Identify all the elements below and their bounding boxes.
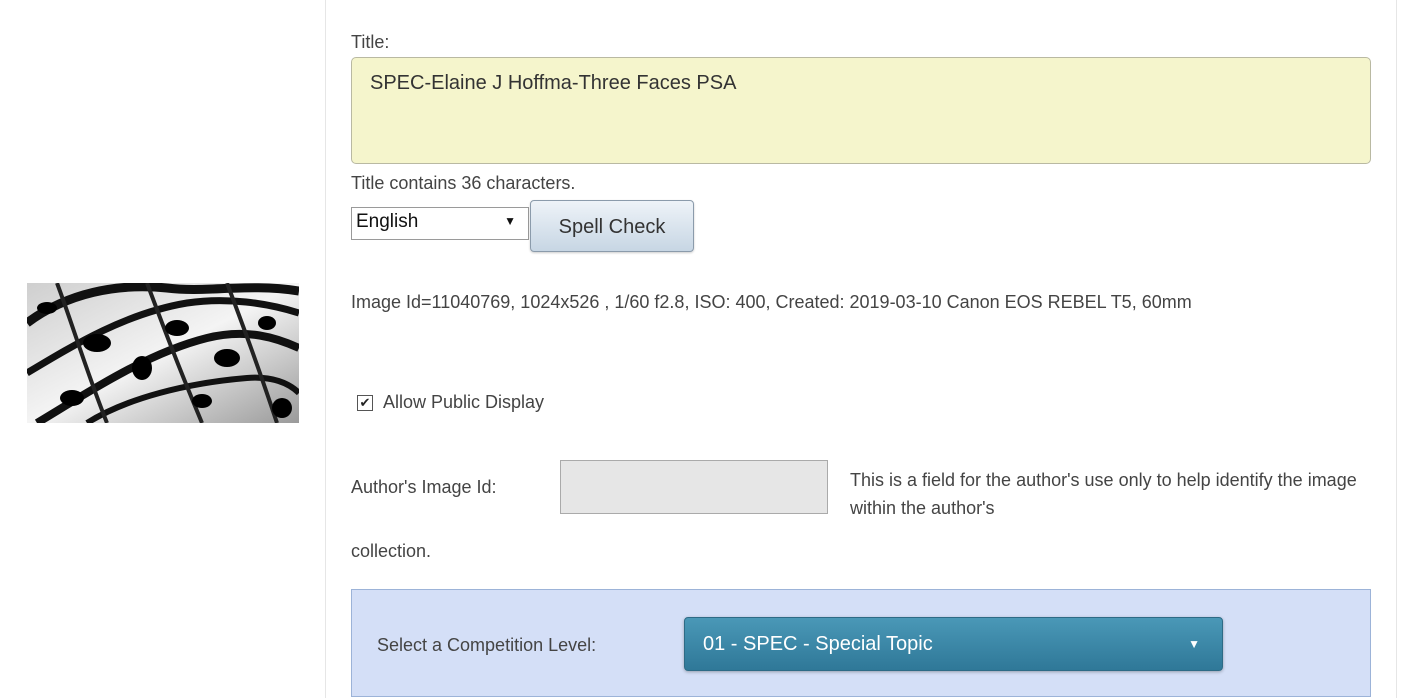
author-image-id-help: This is a field for the author's use onl…	[850, 470, 1357, 518]
spell-check-button[interactable]: Spell Check	[530, 200, 694, 252]
allow-public-display-row[interactable]: ✔ Allow Public Display	[351, 392, 544, 413]
title-char-count: Title contains 36 characters.	[351, 173, 576, 193]
author-image-id-help-cont: collection.	[351, 541, 432, 561]
author-image-id-input[interactable]	[560, 460, 828, 514]
title-textarea[interactable]: SPEC-Elaine J Hoffma-Three Faces PSA	[351, 57, 1371, 164]
competition-level-value: 01 - SPEC - Special Topic	[703, 633, 933, 655]
right-divider	[1396, 0, 1397, 698]
image-entry-page: Title: SPEC-Elaine J Hoffma-Three Faces …	[0, 0, 1401, 698]
image-info-text: Image Id=11040769, 1024x526 , 1/60 f2.8,…	[351, 292, 1192, 312]
title-label: Title:	[351, 32, 390, 52]
language-select-value: English	[356, 211, 419, 232]
competition-level-select[interactable]: 01 - SPEC - Special Topic ▼	[684, 617, 1223, 671]
allow-public-display-label: Allow Public Display	[383, 392, 545, 412]
thumbnail-column	[0, 0, 326, 698]
dropdown-arrow-icon: ▼	[504, 214, 516, 228]
competition-level-panel: Select a Competition Level: 01 - SPEC - …	[351, 589, 1371, 697]
butterfly-wing-thumbnail	[27, 283, 299, 423]
language-select[interactable]: English ▼	[351, 207, 529, 240]
image-thumbnail[interactable]	[27, 283, 299, 423]
author-image-id-label: Author's Image Id:	[351, 477, 497, 497]
competition-level-label: Select a Competition Level:	[377, 635, 597, 655]
allow-public-display-checkbox[interactable]: ✔	[357, 394, 373, 411]
dropdown-arrow-icon: ▼	[1188, 637, 1200, 651]
